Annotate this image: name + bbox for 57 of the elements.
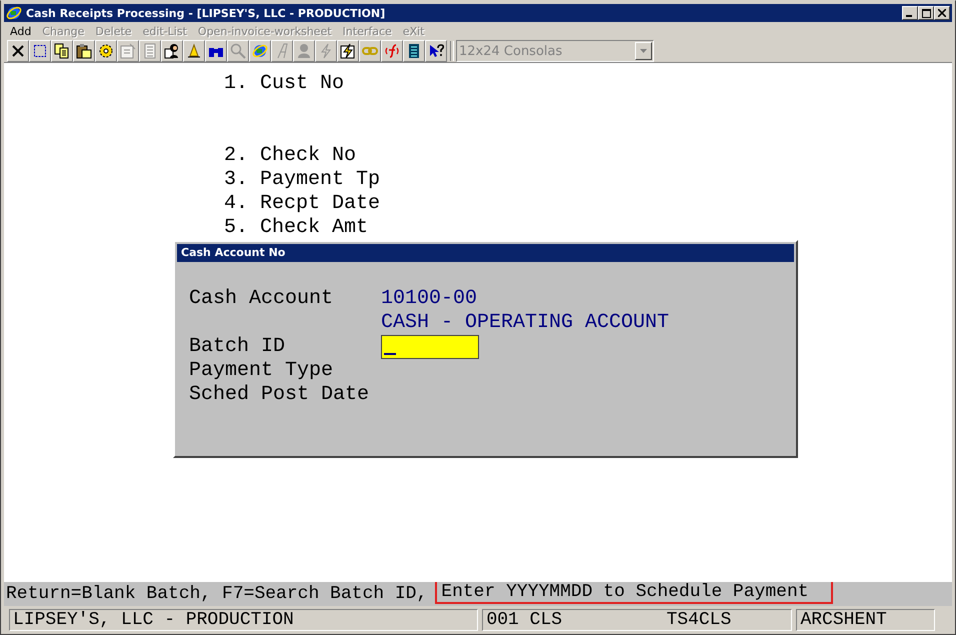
program-panel: ARCSHENT <box>796 609 935 631</box>
close-icon <box>938 9 946 17</box>
status-code: 001 CLS <box>486 610 564 630</box>
paste-icon <box>76 43 92 59</box>
screen-field-label: 1. Cust No <box>224 72 344 96</box>
menu-item[interactable]: Add <box>5 24 38 38</box>
batch-id-input[interactable] <box>381 335 479 359</box>
person-document-icon-button[interactable] <box>161 40 183 62</box>
help-icon <box>428 43 444 59</box>
field-label: Cash Account <box>189 287 334 311</box>
field-label: Payment Type <box>189 359 334 383</box>
window-title: Cash Receipts Processing - [LIPSEY'S, LLC - PRODUCTION] <box>26 6 386 20</box>
copy-icon <box>54 43 70 59</box>
list-icon <box>142 43 158 59</box>
key-hint-text: Return=Blank Batch, F7=Search Batch ID, <box>6 584 428 604</box>
search-icon <box>230 43 246 59</box>
account-description: CASH - OPERATING ACCOUNT <box>381 311 670 335</box>
close-icon-button[interactable] <box>7 40 29 62</box>
company-panel: LIPSEY'S, LLC - PRODUCTION <box>9 609 478 631</box>
calculator-icon-button[interactable] <box>403 40 425 62</box>
screen-field-label: 3. Payment Tp <box>224 168 380 192</box>
maximize-button[interactable] <box>918 6 934 20</box>
field-value: 10100-00 <box>381 287 478 311</box>
bell-icon-button[interactable] <box>183 40 205 62</box>
lightning-document-icon <box>340 43 356 59</box>
function-icon <box>384 43 400 59</box>
globe-icon-button[interactable] <box>249 40 271 62</box>
close-icon <box>10 43 26 59</box>
person-document-icon <box>164 43 180 59</box>
maximize-icon <box>922 8 930 18</box>
field-label: Batch ID <box>189 335 286 359</box>
person-icon <box>296 43 312 59</box>
lightning-icon <box>318 43 334 59</box>
dashed-rectangle-icon-button[interactable] <box>29 40 51 62</box>
dialog-title: Cash Account No <box>177 244 794 262</box>
chain-link-icon-button[interactable] <box>359 40 381 62</box>
minimize-button[interactable] <box>902 6 918 20</box>
function-icon-button[interactable] <box>381 40 403 62</box>
field-label: Sched Post Date <box>189 383 370 407</box>
document-icon <box>120 43 136 59</box>
screen-field-label: 4. Recpt Date <box>224 192 380 216</box>
calculator-icon <box>406 43 422 59</box>
lightning-document-icon-button[interactable] <box>337 40 359 62</box>
screen-field-label: 5. Check Amt <box>224 216 368 240</box>
gear-icon-button[interactable] <box>95 40 117 62</box>
bell-icon <box>186 43 202 59</box>
paste-icon-button[interactable] <box>73 40 95 62</box>
screen-field-label: 2. Check No <box>224 144 356 168</box>
terminal-id: TS4CLS <box>666 610 732 630</box>
globe-icon <box>252 43 268 59</box>
close-button[interactable] <box>934 6 950 20</box>
caret-icon <box>640 49 647 53</box>
help-icon-button[interactable] <box>425 40 447 62</box>
app-logo-icon <box>6 5 22 21</box>
dashed-rectangle-icon <box>32 43 48 59</box>
copy-icon-button[interactable] <box>51 40 73 62</box>
gear-icon <box>98 43 114 59</box>
